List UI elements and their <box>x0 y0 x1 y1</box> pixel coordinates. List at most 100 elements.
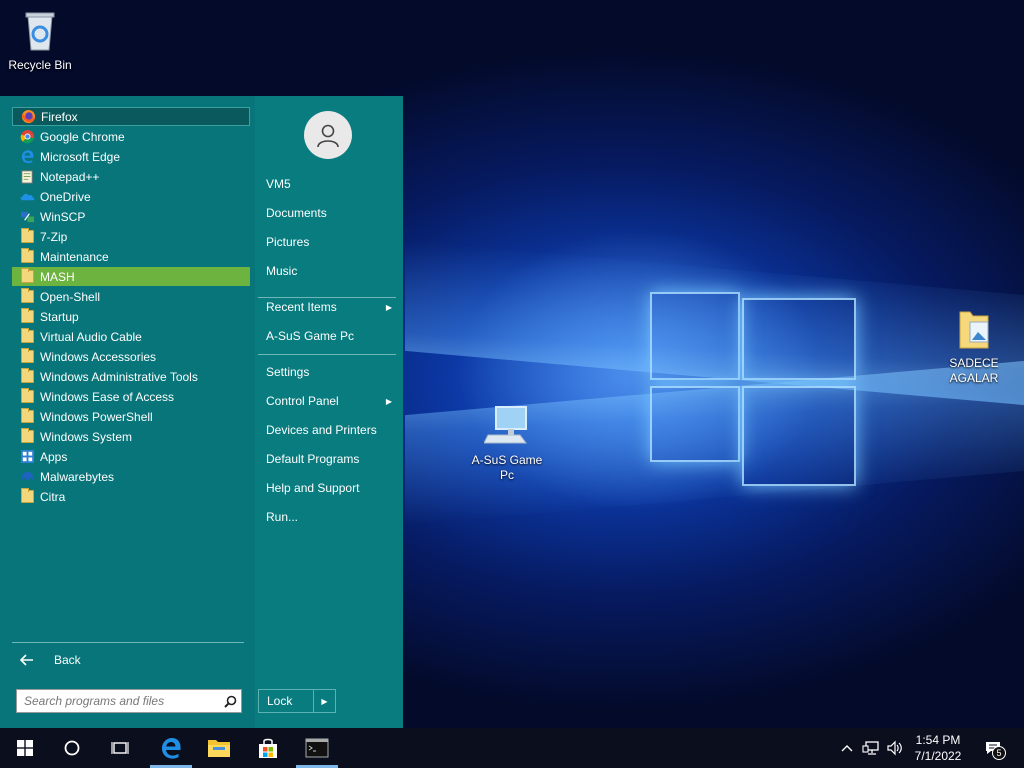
menu-item-music[interactable]: Music <box>266 260 396 282</box>
cortana-button[interactable] <box>49 728 95 768</box>
program-label: Malwarebytes <box>40 469 115 484</box>
menu-item-label: Default Programs <box>266 452 360 466</box>
menu-item-a-sus-game-pc[interactable]: A-SuS Game Pc <box>266 325 396 347</box>
program-item-onedrive[interactable]: OneDrive <box>12 187 250 206</box>
search-box[interactable] <box>16 689 242 713</box>
separator <box>258 354 396 355</box>
program-item-windows-administrative-tools[interactable]: Windows Administrative Tools <box>12 367 250 386</box>
task-view-button[interactable] <box>97 728 143 768</box>
menu-item-label: Run... <box>266 510 299 524</box>
computer-desktop-icon[interactable]: A-SuS Game Pc <box>467 405 547 483</box>
menu-item-recent-items[interactable]: Recent Items ▶ <box>266 296 396 318</box>
wallpaper-window-pane <box>650 386 740 462</box>
folder-icon <box>19 228 35 245</box>
user-avatar[interactable] <box>304 111 352 159</box>
malwarebytes-icon <box>19 469 35 485</box>
program-label: Windows Accessories <box>40 349 157 364</box>
program-item-winscp[interactable]: WinSCP <box>12 207 250 226</box>
program-item-maintenance[interactable]: Maintenance <box>12 247 250 266</box>
menu-item-settings[interactable]: Settings <box>266 361 396 383</box>
program-item-virtual-audio-cable[interactable]: Virtual Audio Cable <box>12 327 250 346</box>
program-label: Notepad++ <box>40 169 100 184</box>
menu-item-label: Pictures <box>266 235 310 249</box>
menu-item-pictures[interactable]: Pictures <box>266 231 396 253</box>
store-button[interactable] <box>245 728 291 768</box>
menu-item-default-programs[interactable]: Default Programs <box>266 448 396 470</box>
menu-item-control-panel[interactable]: Control Panel ▶ <box>266 390 396 412</box>
program-label: Microsoft Edge <box>40 149 121 164</box>
menu-item-label: Settings <box>266 365 310 379</box>
computer-label: A-SuS Game Pc <box>471 453 543 482</box>
command-prompt-button[interactable] <box>294 728 340 768</box>
file-explorer-button[interactable] <box>196 728 242 768</box>
back-label: Back <box>54 652 81 667</box>
winscp-icon <box>19 209 35 225</box>
folder-icon <box>19 388 35 405</box>
chrome-icon <box>19 129 35 145</box>
folder-desktop-icon[interactable]: SADECE AGALAR <box>934 308 1014 386</box>
menu-item-devices-and-printers[interactable]: Devices and Printers <box>266 419 396 441</box>
edge-taskbar-button[interactable] <box>148 728 194 768</box>
program-item-notepad[interactable]: Notepad++ <box>12 167 250 186</box>
notification-count-badge: 5 <box>992 746 1006 760</box>
user-icon <box>317 124 339 148</box>
folder-icon <box>19 368 35 385</box>
program-label: Startup <box>40 309 79 324</box>
menu-item-run[interactable]: Run... <box>266 506 396 528</box>
submenu-arrow-icon: ▶ <box>385 302 392 312</box>
wallpaper-window-pane <box>742 298 856 380</box>
folder-icon <box>19 488 35 505</box>
program-item-windows-system[interactable]: Windows System <box>12 427 250 446</box>
folder-icon <box>19 248 35 265</box>
program-item-citra[interactable]: Citra <box>12 487 250 506</box>
separator <box>12 642 244 643</box>
menu-item-label: Control Panel <box>266 394 339 408</box>
program-item-apps[interactable]: Apps <box>12 447 250 466</box>
lock-button[interactable]: Lock ▶ <box>258 689 336 713</box>
program-item-startup[interactable]: Startup <box>12 307 250 326</box>
show-hidden-icons-button[interactable] <box>838 728 856 768</box>
program-label: Apps <box>40 449 68 464</box>
volume-button[interactable] <box>884 728 906 768</box>
search-icon[interactable] <box>219 695 241 708</box>
menu-item-label: VM5 <box>266 177 291 191</box>
lock-options-arrow-icon[interactable]: ▶ <box>313 690 335 712</box>
menu-item-label: Music <box>266 264 298 278</box>
places-panel: VM5 Documents Pictures Music Recent Items ▶ A-… <box>255 96 403 728</box>
program-label: Firefox <box>41 109 78 124</box>
start-menu: Firefox Google Chrome Microsoft Edge Notepa… <box>0 96 403 728</box>
program-item-windows-ease-of-access[interactable]: Windows Ease of Access <box>12 387 250 406</box>
program-label: Windows System <box>40 429 133 444</box>
back-button[interactable]: Back <box>12 650 250 669</box>
edge-icon <box>19 149 35 165</box>
program-item-windows-accessories[interactable]: Windows Accessories <box>12 347 250 366</box>
edge-icon <box>162 738 181 759</box>
menu-item-help-and-support[interactable]: Help and Support <box>266 477 396 499</box>
start-button[interactable] <box>2 728 48 768</box>
menu-item-vm5[interactable]: VM5 <box>266 173 396 195</box>
program-item-google-chrome[interactable]: Google Chrome <box>12 127 250 146</box>
program-item-mash[interactable]: MASH <box>12 267 250 286</box>
wallpaper-window-pane <box>650 292 740 380</box>
folder-icon <box>19 408 35 425</box>
menu-item-label: Recent Items <box>266 300 337 314</box>
notepadpp-icon <box>19 169 35 185</box>
network-icon <box>862 741 879 755</box>
folder-icon <box>19 268 35 285</box>
menu-item-label: Devices and Printers <box>266 423 377 437</box>
program-item-open-shell[interactable]: Open-Shell <box>12 287 250 306</box>
menu-item-label: A-SuS Game Pc <box>266 329 355 343</box>
recycle-bin-label: Recycle Bin <box>8 58 72 72</box>
chevron-up-icon <box>841 745 853 752</box>
program-item-7-zip[interactable]: 7-Zip <box>12 227 250 246</box>
program-item-windows-powershell[interactable]: Windows PowerShell <box>12 407 250 426</box>
network-button[interactable] <box>860 728 882 768</box>
program-item-malwarebytes[interactable]: Malwarebytes <box>12 467 250 486</box>
recycle-bin-desktop-icon[interactable]: Recycle Bin <box>0 8 80 73</box>
menu-item-documents[interactable]: Documents <box>266 202 396 224</box>
program-item-microsoft-edge[interactable]: Microsoft Edge <box>12 147 250 166</box>
task-view-icon <box>111 742 129 754</box>
program-item-firefox[interactable]: Firefox <box>12 107 250 126</box>
clock[interactable]: 1:54 PM 7/1/2022 <box>905 732 971 764</box>
search-input[interactable] <box>17 690 219 712</box>
